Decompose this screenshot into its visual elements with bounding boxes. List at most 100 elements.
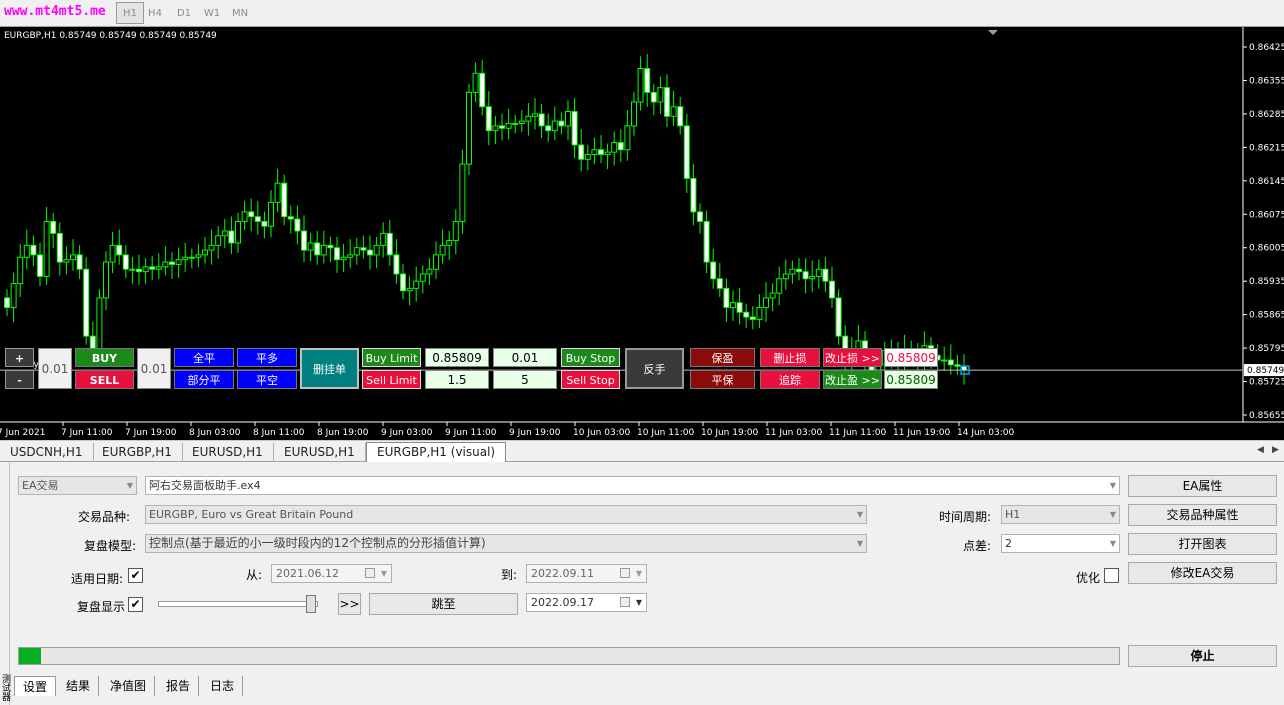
close-short-button[interactable]: 平空: [237, 370, 297, 389]
speed-slider-thumb[interactable]: [306, 595, 316, 613]
lot-input-1[interactable]: 0.01: [38, 348, 72, 389]
candle-body: [406, 287, 413, 292]
candle-body: [4, 297, 10, 308]
candle-body: [532, 113, 538, 117]
from-date-picker[interactable]: 2021.06.12 ▼: [271, 564, 392, 583]
candle-body: [485, 106, 492, 132]
test-progress-bar: [18, 647, 1120, 665]
candle-body: [136, 268, 142, 273]
plus-button[interactable]: +: [5, 348, 34, 367]
candle-body: [129, 268, 136, 271]
breakeven-button[interactable]: 平保: [690, 370, 755, 389]
tab-results[interactable]: 结果: [58, 676, 100, 696]
partial-close-button[interactable]: 部分平: [174, 370, 234, 389]
calendar-icon: [365, 568, 375, 578]
sell-stop-button[interactable]: Sell Stop: [561, 370, 620, 389]
candle-body: [743, 311, 750, 318]
tab-settings[interactable]: 设置: [14, 676, 57, 696]
close-long-button[interactable]: 平多: [237, 348, 297, 367]
candle-body: [466, 91, 472, 165]
chart-tab[interactable]: USDCNH,H1: [0, 443, 94, 462]
candle-body: [241, 211, 248, 222]
minus-button[interactable]: -: [5, 370, 34, 389]
optimize-label: 优化: [1076, 571, 1101, 585]
price-tick-label: 0.86005: [1249, 244, 1284, 254]
candle-body: [162, 261, 169, 268]
timeframe-h1-button[interactable]: H1: [116, 2, 144, 24]
candle-body: [835, 297, 842, 337]
tester-type-select[interactable]: EA交易 ▼: [18, 476, 137, 495]
stoploss-price-input[interactable]: 0.85809: [884, 348, 938, 367]
goto-date-value: 2022.09.17: [531, 596, 594, 609]
lot-input-2[interactable]: 0.01: [137, 348, 171, 389]
chart-tab[interactable]: EURGBP,H1: [92, 443, 183, 462]
reverse-button[interactable]: 反手: [625, 348, 684, 389]
candle-body: [670, 106, 677, 117]
model-select[interactable]: 控制点(基于最近的小一级时段内的12个控制点的分形插值计算) ▼: [145, 534, 867, 553]
modify-ea-button[interactable]: 修改EA交易: [1128, 562, 1277, 584]
period-value: H1: [1005, 508, 1021, 521]
stop-button[interactable]: 停止: [1128, 645, 1277, 667]
timeframe-d1-button[interactable]: D1: [170, 2, 198, 24]
symbol-select[interactable]: EURGBP, Euro vs Great Britain Pound ▼: [145, 505, 867, 524]
buy-limit-button[interactable]: Buy Limit: [362, 348, 421, 367]
candle-body: [796, 268, 802, 273]
chevron-down-icon: ▼: [126, 481, 133, 490]
candle-body: [947, 359, 954, 366]
open-chart-button[interactable]: 打开图表: [1128, 533, 1277, 555]
buy-stop-button[interactable]: Buy Stop: [561, 348, 620, 367]
close-all-button[interactable]: 全平: [174, 348, 234, 367]
candle-body: [829, 280, 835, 299]
timeframe-toolbar: H1 H4 D1 W1 MN www.mt4mt5.me: [0, 0, 1284, 27]
time-tick-label: 10 Jun 19:00: [701, 428, 758, 438]
delete-pending-button[interactable]: 删挂单: [300, 348, 359, 389]
optimize-checkbox[interactable]: [1104, 568, 1119, 583]
takeprofit-price-input[interactable]: 0.85809: [884, 370, 938, 389]
time-tick-label: 11 Jun 03:00: [765, 428, 822, 438]
sell-limit-lot-input[interactable]: 5: [493, 370, 557, 389]
sell-button[interactable]: SELL: [75, 370, 134, 389]
timeframe-w1-button[interactable]: W1: [198, 2, 226, 24]
to-date-picker[interactable]: 2022.09.11 ▼: [526, 564, 647, 583]
symbol-properties-button[interactable]: 交易品种属性: [1128, 504, 1277, 526]
spread-select[interactable]: 2 ▼: [1001, 534, 1120, 553]
use-date-checkbox[interactable]: ✔: [128, 568, 143, 583]
buy-button[interactable]: BUY: [75, 348, 134, 367]
candle-body: [769, 292, 776, 299]
price-chart[interactable]: 0.86425 0.86355 0.86285 0.86215 0.86145 0.860…: [0, 27, 1284, 440]
tab-equity-graph[interactable]: 净值图: [102, 676, 156, 696]
ea-properties-button[interactable]: EA属性: [1128, 475, 1277, 497]
speed-slider-track[interactable]: [158, 601, 318, 607]
visual-mode-checkbox[interactable]: ✔: [128, 597, 143, 612]
modify-takeprofit-button[interactable]: 改止盈 >>: [823, 370, 882, 389]
period-select[interactable]: H1 ▼: [1001, 505, 1120, 524]
current-price-label: 0.85749: [1247, 366, 1284, 376]
goto-date-picker[interactable]: 2022.09.17 ▼: [526, 593, 647, 612]
sell-limit-button[interactable]: Sell Limit: [362, 370, 421, 389]
chart-tab[interactable]: EURUSD,H1: [182, 443, 274, 462]
chart-tab-active[interactable]: EURGBP,H1 (visual): [366, 442, 507, 463]
scroll-right-icon[interactable]: ▶: [1272, 445, 1279, 455]
tab-journal[interactable]: 日志: [202, 676, 244, 696]
to-date-value: 2022.09.11: [531, 567, 594, 580]
timeframe-h4-button[interactable]: H4: [141, 2, 169, 24]
buy-limit-lot-input[interactable]: 0.01: [493, 348, 557, 367]
goto-button[interactable]: 跳至: [369, 593, 518, 615]
trailing-stop-button[interactable]: 追踪: [760, 370, 820, 389]
scroll-left-icon[interactable]: ◀: [1257, 445, 1264, 455]
buy-limit-price-input[interactable]: 0.85809: [425, 348, 489, 367]
candle-body: [604, 151, 611, 156]
delete-stoploss-button[interactable]: 删止损: [760, 348, 820, 367]
protect-profit-button[interactable]: 保盈: [690, 348, 755, 367]
ea-select[interactable]: 阿右交易面板助手.ex4 ▼: [145, 476, 1120, 495]
skip-button[interactable]: >>: [338, 593, 361, 615]
time-tick-label: 10 Jun 11:00: [637, 428, 694, 438]
modify-stoploss-button[interactable]: 改止损 >>: [823, 348, 882, 367]
time-tick-label: 10 Jun 03:00: [573, 428, 630, 438]
tab-report[interactable]: 报告: [158, 676, 200, 696]
candle-body: [274, 182, 281, 203]
chart-tab[interactable]: EURUSD,H1: [274, 443, 366, 462]
timeframe-mn-button[interactable]: MN: [226, 2, 254, 24]
sell-limit-value-input[interactable]: 1.5: [425, 370, 489, 389]
candle-body: [624, 125, 631, 151]
